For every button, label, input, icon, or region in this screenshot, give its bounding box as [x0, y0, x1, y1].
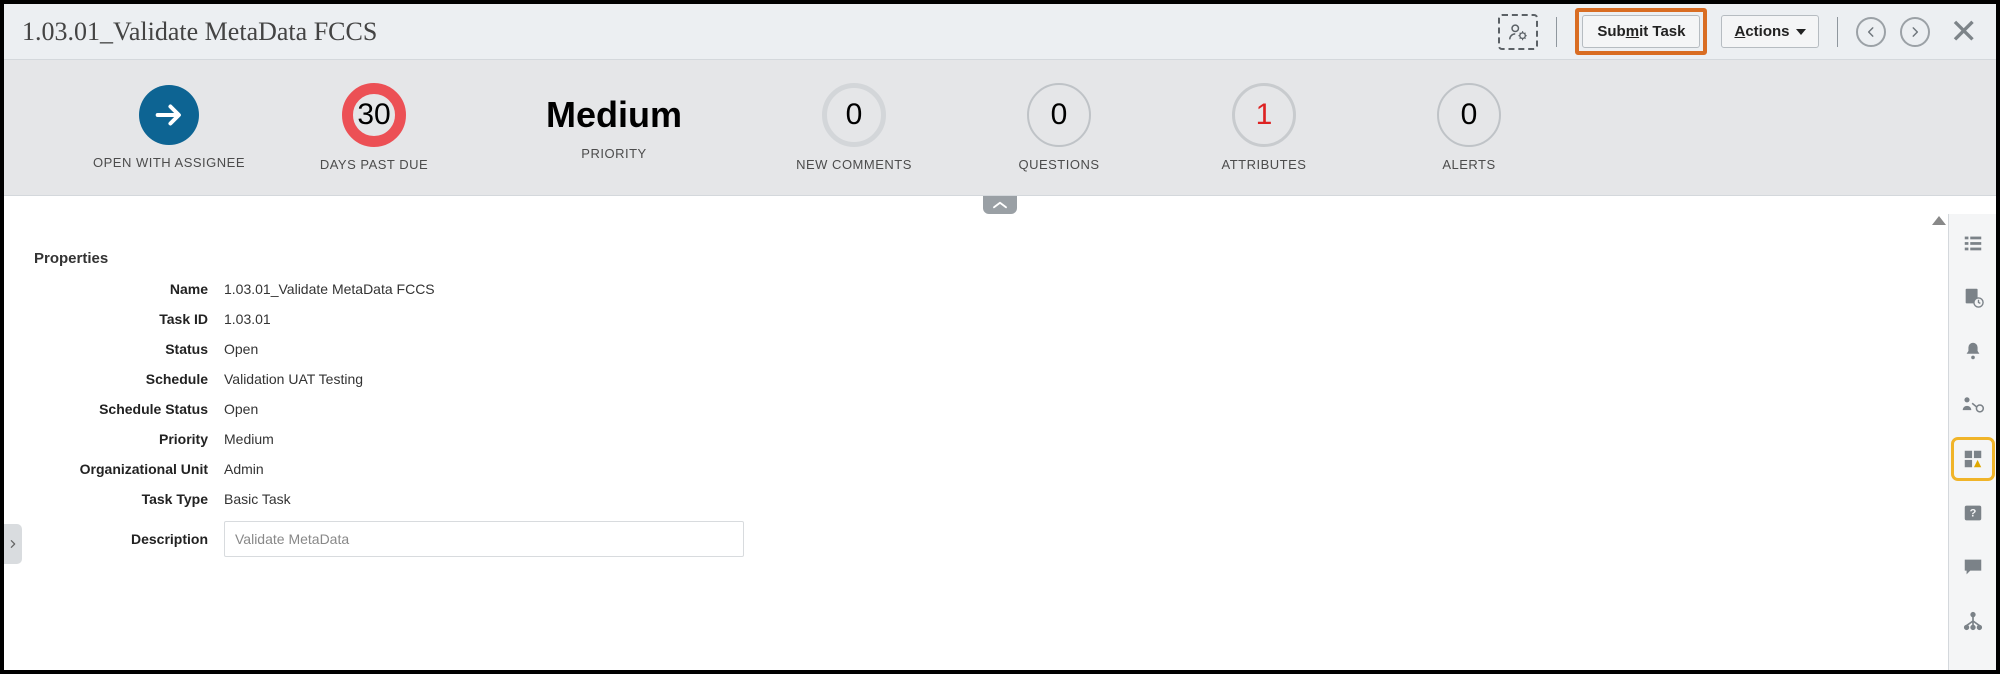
separator	[1837, 17, 1838, 47]
actions-text-post: ctions	[1745, 23, 1789, 40]
prop-label: Task ID	[44, 311, 224, 327]
prop-value: Admin	[224, 461, 264, 477]
next-button[interactable]	[1900, 17, 1930, 47]
prop-label: Name	[44, 281, 224, 297]
prop-row-priority: Priority Medium	[44, 431, 1918, 447]
branch-icon	[1962, 610, 1984, 632]
rail-comments[interactable]	[1956, 550, 1990, 584]
titlebar-actions: Submit Task Actions ✕	[1498, 8, 1978, 55]
prop-label: Status	[44, 341, 224, 357]
chevron-up-icon	[991, 200, 1009, 210]
card-status[interactable]: OPEN WITH ASSIGNEE	[84, 85, 254, 170]
collapse-bar	[4, 196, 1996, 214]
page-title: 1.03.01_Validate MetaData FCCS	[22, 17, 377, 47]
prop-label: Description	[44, 531, 224, 547]
prop-label: Schedule Status	[44, 401, 224, 417]
prop-row-status: Status Open	[44, 341, 1918, 357]
comment-icon	[1962, 556, 1984, 578]
card-status-label: OPEN WITH ASSIGNEE	[93, 155, 245, 170]
right-rail: ?	[1948, 214, 1996, 670]
arrow-right-icon	[152, 98, 186, 132]
actions-text-underline: A	[1734, 23, 1745, 40]
titlebar: 1.03.01_Validate MetaData FCCS Submit Ta…	[4, 4, 1996, 60]
prop-row-org-unit: Organizational Unit Admin	[44, 461, 1918, 477]
prop-label: Organizational Unit	[44, 461, 224, 477]
alerts-value: 0	[1437, 83, 1501, 147]
rail-instructions[interactable]	[1956, 280, 1990, 314]
svg-text:?: ?	[1969, 508, 1976, 520]
priority-label: PRIORITY	[581, 146, 646, 161]
main-scroll[interactable]: Properties Name 1.03.01_Validate MetaDat…	[4, 214, 1948, 670]
prop-value: Open	[224, 401, 258, 417]
grid-alert-icon	[1962, 448, 1984, 470]
prop-row-name: Name 1.03.01_Validate MetaData FCCS	[44, 281, 1918, 297]
assign-user-button[interactable]	[1498, 14, 1538, 50]
new-comments-value: 0	[822, 83, 886, 147]
section-title-properties: Properties	[34, 250, 1918, 267]
prop-row-schedule-status: Schedule Status Open	[44, 401, 1918, 417]
prop-label: Task Type	[44, 491, 224, 507]
prop-value: Open	[224, 341, 258, 357]
rail-questions[interactable]: ?	[1956, 496, 1990, 530]
rail-related[interactable]	[1956, 604, 1990, 638]
actions-menu-button[interactable]: Actions	[1721, 15, 1818, 48]
attributes-value: 1	[1232, 83, 1296, 147]
questions-label: QUESTIONS	[1018, 157, 1099, 172]
submit-text-underline: m	[1626, 23, 1639, 40]
prop-value: Validation UAT Testing	[224, 371, 363, 387]
document-clock-icon	[1962, 286, 1984, 308]
prop-row-schedule: Schedule Validation UAT Testing	[44, 371, 1918, 387]
chevron-right-icon	[1908, 25, 1922, 39]
card-new-comments[interactable]: 0 NEW COMMENTS	[769, 83, 939, 172]
prop-row-task-type: Task Type Basic Task	[44, 491, 1918, 507]
rail-attributes[interactable]	[1956, 442, 1990, 476]
chevron-left-icon	[1864, 25, 1878, 39]
card-alerts[interactable]: 0 ALERTS	[1384, 83, 1554, 172]
prop-value: Basic Task	[224, 491, 291, 507]
prop-label: Priority	[44, 431, 224, 447]
summary-bar: OPEN WITH ASSIGNEE 30 DAYS PAST DUE Medi…	[4, 60, 1996, 196]
days-past-due-label: DAYS PAST DUE	[320, 157, 428, 172]
close-button[interactable]: ✕	[1950, 15, 1979, 49]
previous-button[interactable]	[1856, 17, 1886, 47]
alerts-label: ALERTS	[1442, 157, 1495, 172]
days-past-due-value: 30	[342, 83, 406, 147]
user-flow-icon	[1961, 394, 1985, 416]
user-gear-icon	[1507, 21, 1529, 43]
list-icon	[1962, 232, 1984, 254]
submit-highlight: Submit Task	[1575, 8, 1707, 55]
prop-row-task-id: Task ID 1.03.01	[44, 311, 1918, 327]
separator	[1556, 17, 1557, 47]
attributes-label: ATTRIBUTES	[1222, 157, 1307, 172]
description-input[interactable]	[224, 521, 744, 557]
card-priority[interactable]: Medium PRIORITY	[494, 94, 734, 161]
card-questions[interactable]: 0 QUESTIONS	[974, 83, 1144, 172]
content-region: Properties Name 1.03.01_Validate MetaDat…	[4, 214, 1996, 670]
caret-down-icon	[1796, 29, 1806, 35]
bell-icon	[1962, 340, 1984, 362]
task-detail-window: 1.03.01_Validate MetaData FCCS Submit Ta…	[0, 0, 2000, 674]
prop-row-description: Description	[44, 521, 1918, 557]
question-card-icon: ?	[1962, 502, 1984, 524]
rail-properties[interactable]	[1956, 226, 1990, 260]
prop-value: 1.03.01	[224, 311, 271, 327]
submit-task-button[interactable]: Submit Task	[1582, 15, 1700, 48]
rail-alerts[interactable]	[1956, 334, 1990, 368]
collapse-summary-handle[interactable]	[983, 196, 1017, 214]
prop-label: Schedule	[44, 371, 224, 387]
new-comments-label: NEW COMMENTS	[796, 157, 912, 172]
status-icon-circle	[139, 85, 199, 145]
prop-value: 1.03.01_Validate MetaData FCCS	[224, 281, 435, 297]
priority-value: Medium	[546, 94, 682, 136]
questions-value: 0	[1027, 83, 1091, 147]
card-attributes[interactable]: 1 ATTRIBUTES	[1179, 83, 1349, 172]
submit-text-pre: Sub	[1597, 23, 1625, 40]
rail-workflow[interactable]	[1956, 388, 1990, 422]
submit-text-post: it Task	[1639, 23, 1685, 40]
card-days-past-due[interactable]: 30 DAYS PAST DUE	[289, 83, 459, 172]
prop-value: Medium	[224, 431, 274, 447]
properties-table: Name 1.03.01_Validate MetaData FCCS Task…	[44, 281, 1918, 670]
